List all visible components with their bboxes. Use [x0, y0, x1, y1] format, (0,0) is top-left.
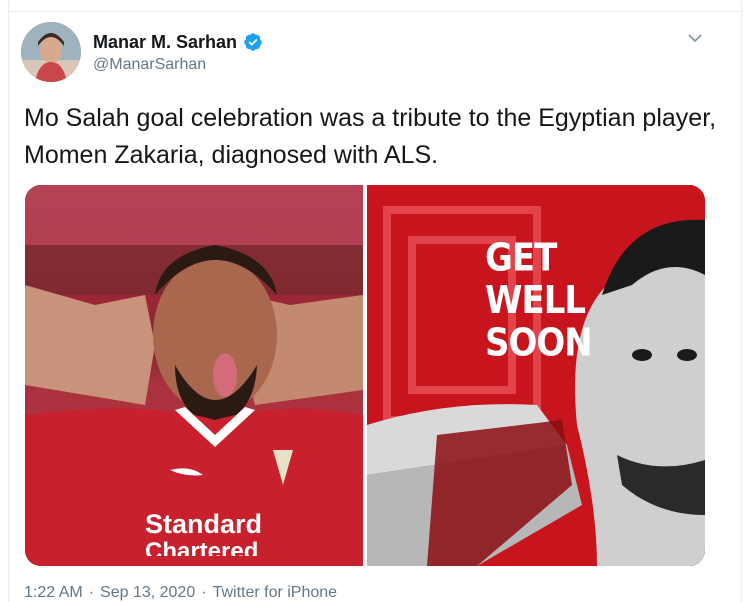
meta-separator: ·	[88, 584, 95, 601]
author-handle[interactable]: @ManarSarhan	[93, 56, 206, 74]
get-well-soon-text: GET WELL SOON	[485, 235, 593, 366]
tweet-text: Mo Salah goal celebration was a tribute …	[24, 104, 717, 169]
tweet-source[interactable]: Twitter for iPhone	[213, 584, 338, 602]
verified-badge-icon	[243, 32, 263, 52]
salah-celebration-photo[interactable]: Standard Chartered	[25, 185, 363, 566]
tweet-meta: 1:22 AM · Sep 13, 2020 · Twitter for iPh…	[24, 584, 337, 602]
tweet-media[interactable]: Standard Chartered GET WELL SOON	[25, 185, 705, 566]
jersey-sponsor-text: Standard Chartered	[145, 509, 263, 556]
chevron-down-icon[interactable]	[685, 30, 705, 46]
author-name[interactable]: Manar M. Sarhan	[93, 32, 237, 53]
get-well-soon-photo[interactable]: GET WELL SOON	[367, 185, 705, 566]
tweet-time[interactable]: 1:22 AM	[24, 584, 83, 602]
tweet-date[interactable]: Sep 13, 2020	[100, 584, 195, 602]
meta-separator: ·	[201, 584, 207, 601]
avatar[interactable]	[21, 22, 81, 82]
